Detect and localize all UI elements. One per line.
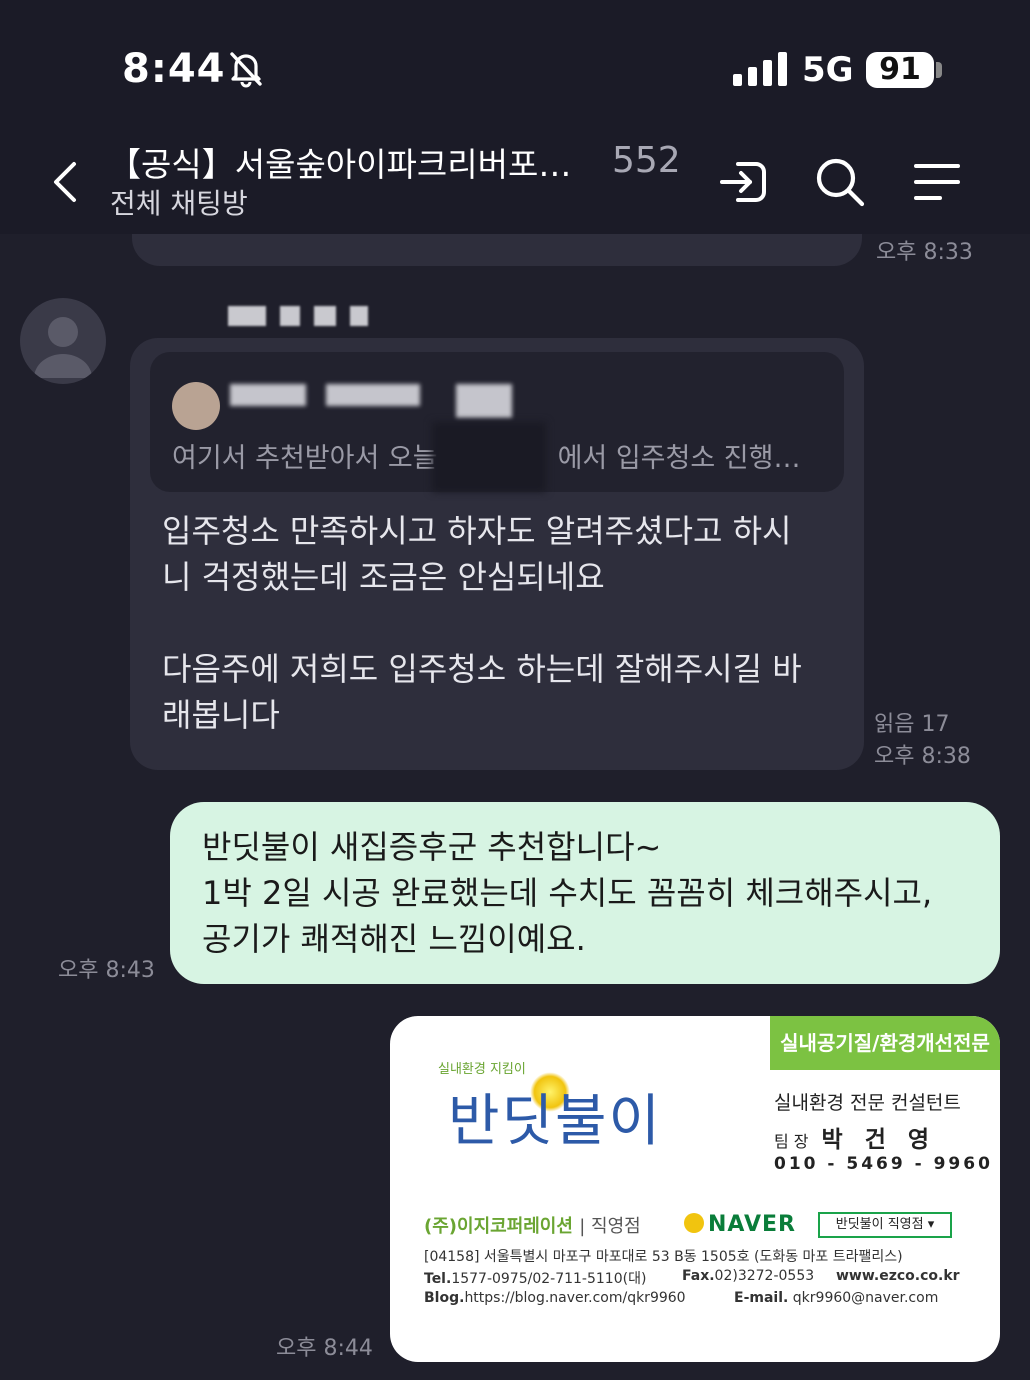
sender-name-redacted (228, 306, 382, 326)
card-role: 실내환경 전문 컨설턴트 (774, 1092, 961, 1114)
redacted-name (456, 384, 512, 418)
status-time: 8:44 (122, 46, 226, 92)
card-logo: 반딧불이 (448, 1089, 663, 1154)
message-time: 오후 8:38 (874, 744, 971, 769)
card-web: www.ezco.co.kr (836, 1268, 960, 1284)
message-text: 입주청소 만족하시고 하자도 알려주셨다고 하시 니 걱정했는데 조금은 안심되… (162, 512, 802, 734)
card-phone: 010 - 5469 - 9960 (774, 1154, 993, 1174)
read-count: 읽음 17 (874, 712, 950, 737)
chat-header: 【공식】서울숲아이파크리버포… 552 전체 채팅방 (0, 130, 1030, 234)
card-address: [04158] 서울특별시 마포구 마포대로 53 B동 1505호 (도화동 … (424, 1249, 903, 1265)
naver-logo: NAVER (684, 1212, 796, 1237)
card-name: 박건영 (821, 1127, 952, 1153)
menu-icon[interactable] (910, 154, 966, 210)
chat-subtitle: 전체 채팅방 (110, 187, 248, 220)
message-time: 오후 8:33 (876, 240, 973, 265)
network-type: 5G (802, 50, 854, 90)
status-bar: 8:44 5G 91 (0, 0, 1030, 130)
card-blog-line: Blog.https://blog.naver.com/qkr9960 (424, 1290, 686, 1306)
card-tel-line: Tel.1577-0975/02-711-5110(대) (424, 1271, 647, 1287)
enter-icon[interactable] (716, 154, 772, 210)
redacted-name (230, 384, 306, 406)
card-tag: 실내공기질/환경개선전문 (770, 1016, 1000, 1070)
reply-quote[interactable]: 여기서 추천받아서 오늘 에서 입주청소 진행… (150, 352, 844, 492)
chat-area[interactable]: 오후 8:33 여기서 추천받아서 오늘 에서 입주청소 진행… 입주청소 만족하… (0, 234, 1030, 1380)
back-chevron-icon[interactable] (50, 160, 80, 204)
battery-level: 91 (866, 52, 934, 88)
message-text: 반딧불이 새집증후군 추천합니다~ 1박 2일 시공 완료했는데 수치도 꼼꼼히… (202, 828, 933, 958)
card-logo-tagline: 실내환경 지킴이 (438, 1062, 526, 1077)
card-fax-line: Fax.02)3272-0553 (682, 1268, 815, 1284)
card-naver-box: 반딧불이 직영점 ▾ (818, 1212, 952, 1238)
bell-slash-icon (230, 52, 262, 88)
message-bubble-incoming[interactable]: 여기서 추천받아서 오늘 에서 입주청소 진행… 입주청소 만족하시고 하자도 알… (130, 338, 864, 770)
member-count: 552 (612, 140, 681, 181)
signal-icon (733, 52, 787, 86)
redacted-name (326, 384, 420, 406)
battery-tip (936, 62, 942, 78)
naver-dot-icon (684, 1213, 704, 1233)
business-card-image[interactable]: 실내공기질/환경개선전문 실내환경 지킴이 반딧불이 실내환경 전문 컨설턴트 … (390, 1016, 1000, 1362)
message-bubble-outgoing[interactable]: 반딧불이 새집증후군 추천합니다~ 1박 2일 시공 완료했는데 수치도 꼼꼼히… (170, 802, 1000, 984)
card-email-line: E-mail. qkr9960@naver.com (734, 1290, 939, 1306)
card-title-label: 팀 장 (774, 1132, 809, 1151)
search-icon[interactable] (812, 154, 868, 210)
card-name-row: 팀 장 박건영 (774, 1120, 951, 1154)
avatar[interactable] (20, 298, 106, 384)
message-time: 오후 8:44 (276, 1336, 373, 1361)
redacted-block (432, 422, 546, 492)
avatar-icon (34, 317, 92, 378)
chat-title[interactable]: 【공식】서울숲아이파크리버포… (108, 138, 578, 186)
message-bubble-previous[interactable] (132, 234, 862, 266)
card-company: (주)이지코퍼레이션 | 직영점 (424, 1216, 641, 1237)
quoted-avatar (172, 382, 220, 430)
message-time: 오후 8:43 (58, 958, 155, 983)
